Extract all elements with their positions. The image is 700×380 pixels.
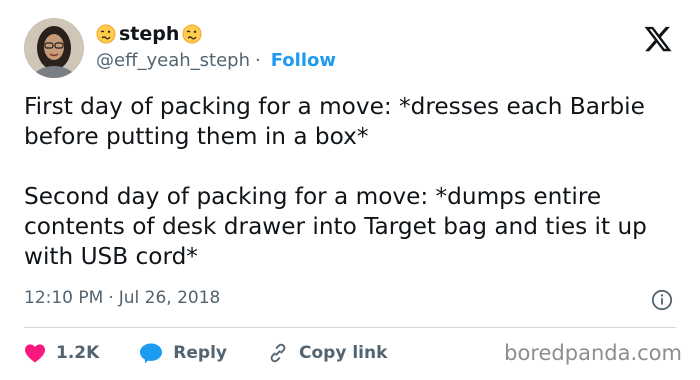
reply-bubble-icon — [140, 343, 163, 364]
separator-dot: · — [108, 288, 114, 308]
author-display-name: steph — [119, 23, 180, 45]
author-name-row[interactable]: steph — [96, 20, 202, 48]
tweet-date: Jul 26, 2018 — [118, 288, 221, 308]
tweet-time: 12:10 PM — [24, 288, 104, 308]
watermark: boredpanda.com — [504, 341, 682, 365]
like-button[interactable]: 1.2K — [24, 343, 99, 363]
reply-button[interactable]: Reply — [139, 342, 227, 364]
info-icon[interactable] — [651, 289, 673, 311]
separator-dot: · — [254, 50, 261, 71]
tweet-actions: 1.2K Reply Copy link — [24, 339, 427, 367]
divider — [24, 327, 676, 328]
reply-label: Reply — [173, 343, 227, 363]
heart-icon — [25, 344, 45, 363]
author-handle[interactable]: @eff_yeah_steph — [96, 50, 250, 71]
woozy-face-icon — [96, 24, 116, 44]
x-logo-icon[interactable] — [643, 24, 673, 54]
author-handle-row: @eff_yeah_steph · Follow — [96, 50, 336, 71]
copy-link-label: Copy link — [299, 343, 388, 363]
copy-link-button[interactable]: Copy link — [267, 342, 387, 364]
like-count: 1.2K — [56, 343, 100, 363]
link-icon — [270, 343, 286, 363]
avatar[interactable] — [24, 18, 84, 78]
tweet-text: First day of packing for a move: *dresse… — [24, 93, 647, 270]
follow-button[interactable]: Follow — [271, 50, 336, 71]
tweet-timestamp[interactable]: 12:10 PM · Jul 26, 2018 — [24, 288, 220, 308]
woozy-face-icon — [182, 24, 202, 44]
